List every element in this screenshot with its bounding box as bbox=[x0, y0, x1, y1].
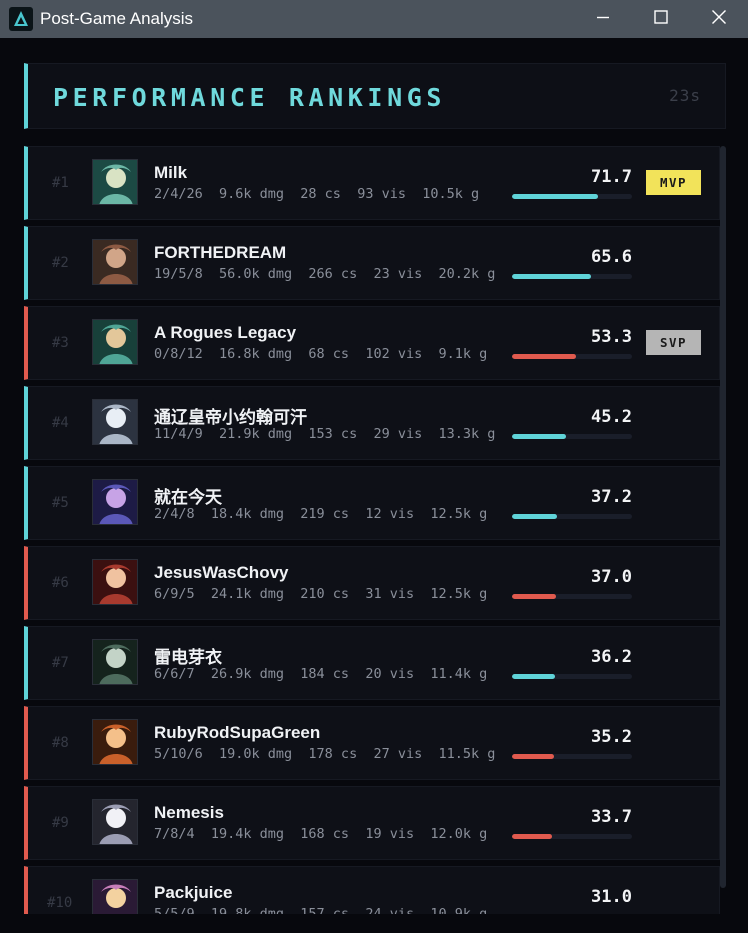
champion-portrait-icon bbox=[92, 159, 138, 205]
player-name: JesusWasChovy bbox=[154, 563, 289, 582]
player-name: Nemesis bbox=[154, 803, 224, 822]
player-row[interactable]: #10 Packjuice 5/5/9 19.8k dmg 157 cs 24 … bbox=[24, 866, 720, 914]
score-bar-fill bbox=[512, 354, 576, 359]
performance-score: 45.2 bbox=[591, 407, 632, 427]
champion-portrait-icon bbox=[92, 399, 138, 445]
score-bar bbox=[512, 594, 632, 599]
rankings-title: PERFORMANCE RANKINGS bbox=[53, 83, 447, 112]
performance-score: 37.0 bbox=[591, 567, 632, 587]
score-bar bbox=[512, 194, 632, 199]
player-row[interactable]: #6 JesusWasChovy 6/9/5 24.1k dmg 210 cs … bbox=[24, 546, 720, 620]
score-bar bbox=[512, 434, 632, 439]
player-name: Packjuice bbox=[154, 883, 233, 902]
champion-portrait-icon bbox=[92, 639, 138, 685]
performance-score: 53.3 bbox=[591, 327, 632, 347]
maximize-button[interactable] bbox=[632, 0, 690, 38]
maximize-icon bbox=[653, 9, 669, 30]
player-row[interactable]: #7 雷电芽衣 6/6/7 26.9k dmg 184 cs 20 vis 11… bbox=[24, 626, 720, 700]
rank-label: #1 bbox=[52, 175, 69, 191]
content-area: PERFORMANCE RANKINGS 23s #1 Milk 2/4/26 … bbox=[0, 38, 748, 933]
close-icon bbox=[711, 9, 727, 30]
scrollbar[interactable] bbox=[720, 146, 726, 888]
performance-score: 36.2 bbox=[591, 647, 632, 667]
player-row[interactable]: #4 通辽皇帝小约翰可汗 11/4/9 21.9k dmg 153 cs 29 … bbox=[24, 386, 720, 460]
timer-label: 23s bbox=[669, 86, 701, 105]
score-bar-fill bbox=[512, 674, 556, 679]
close-button[interactable] bbox=[690, 0, 748, 38]
performance-score: 33.7 bbox=[591, 807, 632, 827]
rank-label: #7 bbox=[52, 655, 69, 671]
player-stats: 5/10/6 19.0k dmg 178 cs 27 vis 11.5k g bbox=[154, 746, 496, 762]
player-stats: 2/4/26 9.6k dmg 28 cs 93 vis 10.5k g bbox=[154, 186, 480, 202]
rank-label: #9 bbox=[52, 815, 69, 831]
player-row[interactable]: #1 Milk 2/4/26 9.6k dmg 28 cs 93 vis 10.… bbox=[24, 146, 720, 220]
performance-score: 71.7 bbox=[591, 167, 632, 187]
svp-badge: SVP bbox=[646, 330, 701, 355]
player-row[interactable]: #3 A Rogues Legacy 0/8/12 16.8k dmg 68 c… bbox=[24, 306, 720, 380]
rankings-header: PERFORMANCE RANKINGS 23s bbox=[24, 63, 726, 129]
player-stats: 5/5/9 19.8k dmg 157 cs 24 vis 10.9k g bbox=[154, 906, 488, 914]
champion-portrait-icon bbox=[92, 479, 138, 525]
score-bar-fill bbox=[512, 594, 557, 599]
score-bar-fill bbox=[512, 434, 567, 439]
score-bar bbox=[512, 674, 632, 679]
rank-label: #3 bbox=[52, 335, 69, 351]
rankings-list[interactable]: #1 Milk 2/4/26 9.6k dmg 28 cs 93 vis 10.… bbox=[24, 146, 728, 914]
mvp-badge: MVP bbox=[646, 170, 701, 195]
rank-label: #5 bbox=[52, 495, 69, 511]
player-name: 雷电芽衣 bbox=[154, 648, 222, 667]
player-row[interactable]: #2 FORTHEDREAM 19/5/8 56.0k dmg 266 cs 2… bbox=[24, 226, 720, 300]
minimize-icon bbox=[595, 9, 611, 30]
player-name: A Rogues Legacy bbox=[154, 323, 297, 342]
player-stats: 6/6/7 26.9k dmg 184 cs 20 vis 11.4k g bbox=[154, 666, 488, 682]
player-stats: 11/4/9 21.9k dmg 153 cs 29 vis 13.3k g bbox=[154, 426, 496, 442]
player-name: 就在今天 bbox=[154, 488, 222, 507]
player-stats: 7/8/4 19.4k dmg 168 cs 19 vis 12.0k g bbox=[154, 826, 488, 842]
rank-label: #6 bbox=[52, 575, 69, 591]
app-logo-icon bbox=[9, 7, 33, 31]
player-stats: 6/9/5 24.1k dmg 210 cs 31 vis 12.5k g bbox=[154, 586, 488, 602]
score-bar-fill bbox=[512, 834, 553, 839]
player-row[interactable]: #9 Nemesis 7/8/4 19.4k dmg 168 cs 19 vis… bbox=[24, 786, 720, 860]
score-bar-fill bbox=[512, 194, 599, 199]
champion-portrait-icon bbox=[92, 239, 138, 285]
champion-portrait-icon bbox=[92, 719, 138, 765]
rank-label: #4 bbox=[52, 415, 69, 431]
champion-portrait-icon bbox=[92, 319, 138, 365]
window-title: Post-Game Analysis bbox=[40, 9, 194, 28]
rank-label: #8 bbox=[52, 735, 69, 751]
player-name: 通辽皇帝小约翰可汗 bbox=[154, 408, 307, 427]
title-bar[interactable]: Post-Game Analysis bbox=[0, 0, 748, 38]
player-name: FORTHEDREAM bbox=[154, 243, 287, 262]
app-window: Post-Game Analysis PERFORMANCE RANKINGS … bbox=[0, 0, 748, 933]
champion-portrait-icon bbox=[92, 879, 138, 914]
score-bar bbox=[512, 834, 632, 839]
player-name: Milk bbox=[154, 163, 188, 182]
performance-score: 35.2 bbox=[591, 727, 632, 747]
rank-label: #10 bbox=[47, 895, 73, 911]
player-stats: 2/4/8 18.4k dmg 219 cs 12 vis 12.5k g bbox=[154, 506, 488, 522]
player-stats: 0/8/12 16.8k dmg 68 cs 102 vis 9.1k g bbox=[154, 346, 488, 362]
rank-label: #2 bbox=[52, 255, 69, 271]
champion-portrait-icon bbox=[92, 559, 138, 605]
player-stats: 19/5/8 56.0k dmg 266 cs 23 vis 20.2k g bbox=[154, 266, 496, 282]
score-bar bbox=[512, 754, 632, 759]
player-row[interactable]: #8 RubyRodSupaGreen 5/10/6 19.0k dmg 178… bbox=[24, 706, 720, 780]
player-name: RubyRodSupaGreen bbox=[154, 723, 321, 742]
score-bar bbox=[512, 274, 632, 279]
performance-score: 37.2 bbox=[591, 487, 632, 507]
performance-score: 31.0 bbox=[591, 887, 632, 907]
score-bar-fill bbox=[512, 754, 555, 759]
score-bar-fill bbox=[512, 514, 557, 519]
champion-portrait-icon bbox=[92, 799, 138, 845]
player-row[interactable]: #5 就在今天 2/4/8 18.4k dmg 219 cs 12 vis 12… bbox=[24, 466, 720, 540]
performance-score: 65.6 bbox=[591, 247, 632, 267]
score-bar bbox=[512, 354, 632, 359]
minimize-button[interactable] bbox=[574, 0, 632, 38]
score-bar bbox=[512, 514, 632, 519]
score-bar-fill bbox=[512, 274, 591, 279]
